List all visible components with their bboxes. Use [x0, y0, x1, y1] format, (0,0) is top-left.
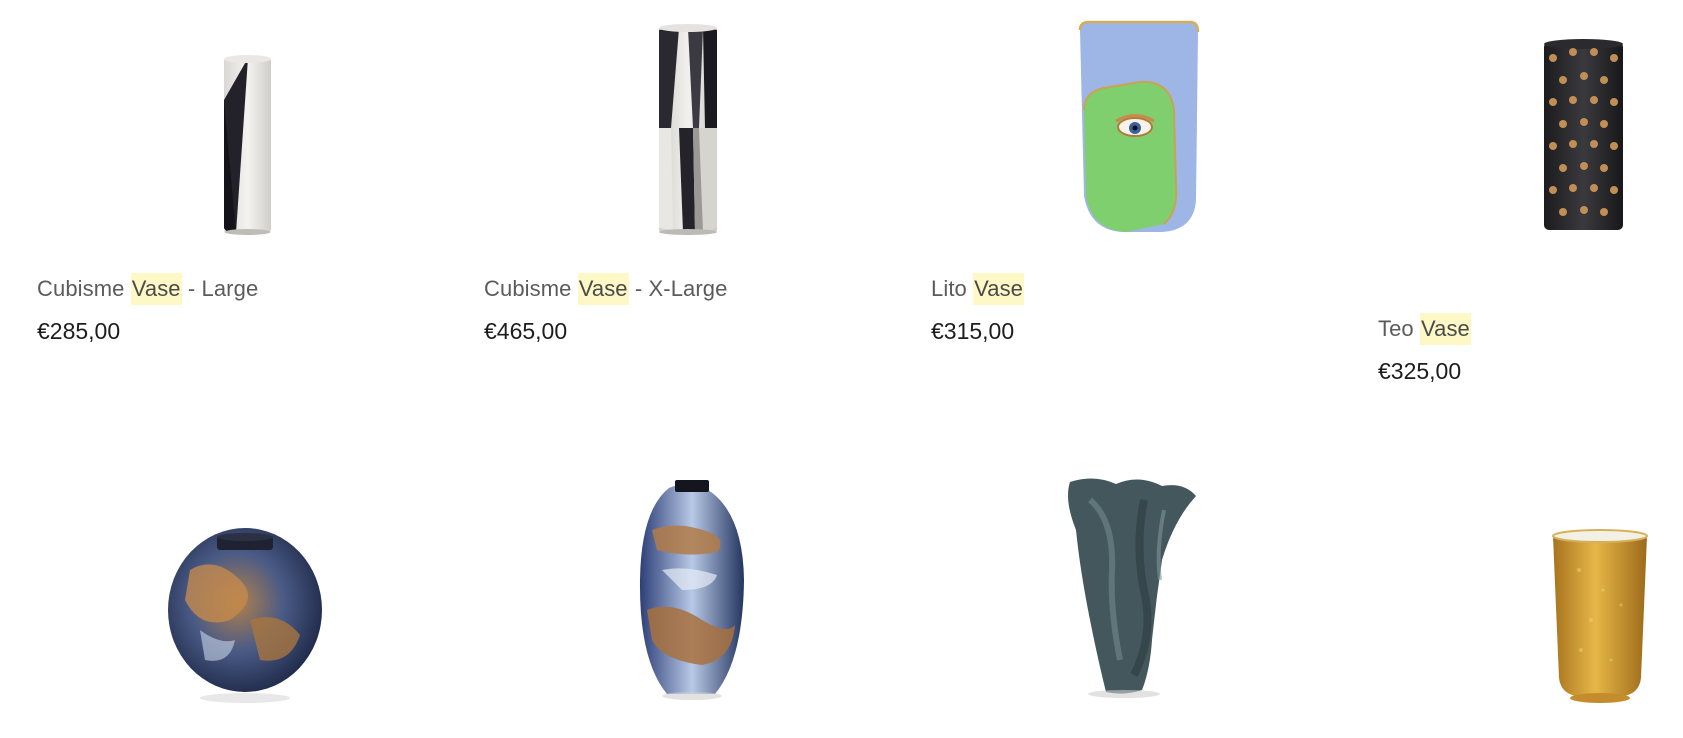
- product-price: €285,00: [37, 318, 121, 344]
- gold-vase-image: [1552, 529, 1648, 703]
- product-price: €315,00: [931, 318, 1015, 344]
- title-text: Cubisme: [37, 276, 131, 301]
- product-price: €325,00: [1378, 358, 1462, 384]
- product-title[interactable]: Lito Vase: [931, 273, 1025, 305]
- product-price: €465,00: [484, 318, 568, 344]
- product-image[interactable]: [1341, 0, 1683, 240]
- product-card-teo[interactable]: Teo Vase €325,00: [1341, 0, 1683, 384]
- product-image[interactable]: [0, 460, 410, 738]
- sculptural-vase-image: [1068, 478, 1196, 698]
- title-suffix: - X-Large: [628, 276, 728, 301]
- product-image[interactable]: [1341, 460, 1683, 738]
- cubisme-xlarge-vase-image: [659, 24, 717, 235]
- product-image[interactable]: [447, 460, 857, 738]
- product-card-sculptural-vase[interactable]: [894, 460, 1304, 738]
- product-card-round-vase[interactable]: [0, 460, 410, 738]
- product-title[interactable]: Cubisme Vase - Large: [37, 273, 259, 305]
- title-suffix: - Large: [181, 276, 259, 301]
- search-term-highlight: Vase: [130, 273, 182, 305]
- title-text: Cubisme: [484, 276, 578, 301]
- lito-vase-image: [1078, 20, 1200, 232]
- product-image[interactable]: [894, 0, 1304, 240]
- title-text: Lito: [931, 276, 974, 301]
- product-grid: Cubisme Vase - Large €285,00 Cubisme Vas…: [0, 0, 1683, 738]
- tall-glazed-vase-image: [639, 480, 744, 700]
- round-glazed-vase-image: [168, 528, 322, 703]
- search-term-highlight: Vase: [1419, 313, 1471, 345]
- product-title[interactable]: Cubisme Vase - X-Large: [484, 273, 728, 305]
- product-card-gold-vase[interactable]: [1341, 460, 1683, 738]
- teo-vase-image: [1544, 39, 1623, 230]
- title-text: Teo: [1378, 316, 1420, 341]
- product-card-cubisme-xlarge[interactable]: Cubisme Vase - X-Large €465,00: [447, 0, 857, 344]
- product-image[interactable]: [0, 0, 410, 240]
- product-image[interactable]: [447, 0, 857, 240]
- search-term-highlight: Vase: [577, 273, 629, 305]
- product-card-lito[interactable]: Lito Vase €315,00: [894, 0, 1304, 344]
- product-card-cubisme-large[interactable]: Cubisme Vase - Large €285,00: [0, 0, 410, 344]
- product-card-tall-glazed-vase[interactable]: [447, 460, 857, 738]
- search-term-highlight: Vase: [973, 273, 1025, 305]
- product-image[interactable]: [894, 460, 1304, 738]
- product-title[interactable]: Teo Vase: [1378, 313, 1471, 345]
- cubisme-large-vase-image: [224, 55, 271, 235]
